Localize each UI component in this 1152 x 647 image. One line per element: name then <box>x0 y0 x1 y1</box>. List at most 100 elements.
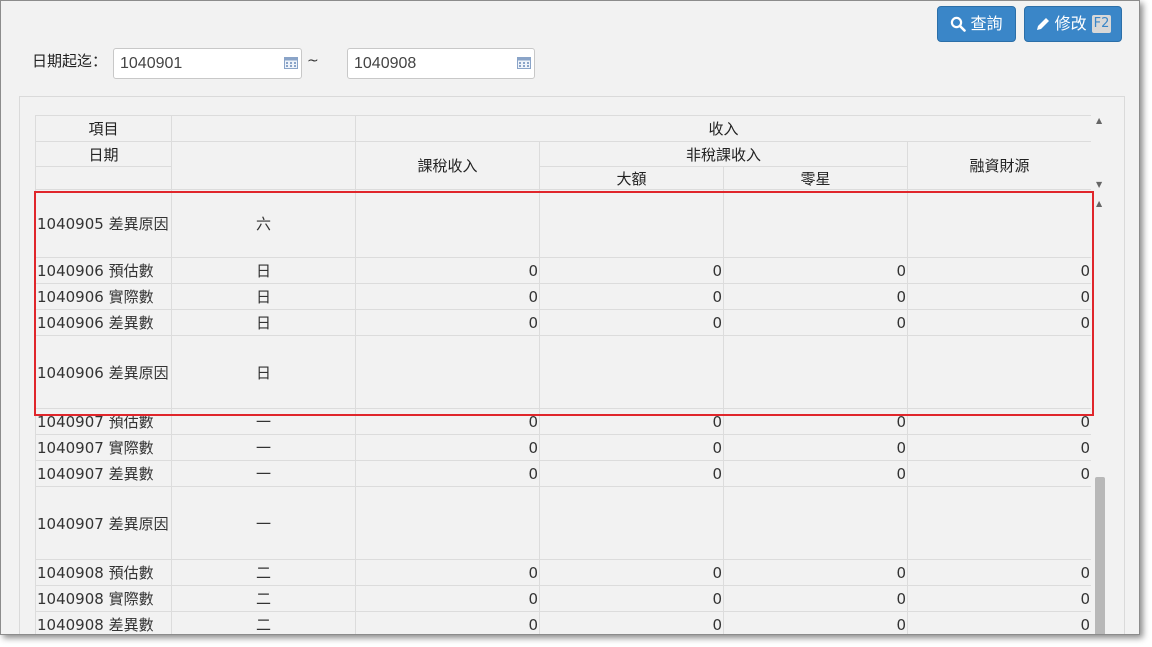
row-taxed-cell <box>355 335 540 409</box>
header-date-blank <box>35 166 172 190</box>
date-range-label: 日期起迄： <box>32 52 108 70</box>
row-item-cell: 1040907 差異數 <box>35 460 172 487</box>
row-finance-cell: 0 <box>907 611 1091 634</box>
row-large-cell <box>539 486 724 560</box>
row-small-cell: 0 <box>723 309 908 336</box>
header-income: 收入 <box>355 115 1091 142</box>
row-finance-cell: 0 <box>907 309 1091 336</box>
row-weekday-cell: 一 <box>171 486 356 560</box>
table-row[interactable]: 1040908 實際數二 0 0 0 0 <box>35 585 1091 612</box>
app-window: 查詢 修改 F2 日期起迄： 1040901 ~ 1040908 項目 收入 日… <box>0 0 1140 635</box>
row-small-cell <box>723 189 908 258</box>
data-grid: 項目 收入 日期 課稅收入 非稅課收入 融資財源 大額 零星 1040905 差… <box>35 111 1091 634</box>
row-item-cell: 1040905 差異原因 <box>35 189 172 258</box>
row-weekday-cell: 日 <box>171 335 356 409</box>
table-row[interactable]: 1040907 差異原因一 <box>35 486 1091 560</box>
edit-button[interactable]: 修改 F2 <box>1024 6 1122 42</box>
table-row[interactable]: 1040907 差異數一 0 0 0 0 <box>35 460 1091 487</box>
row-small-cell <box>723 335 908 409</box>
header-small: 零星 <box>723 166 908 190</box>
row-weekday-cell: 一 <box>171 408 356 435</box>
row-weekday-cell: 日 <box>171 257 356 284</box>
row-taxed-cell: 0 <box>355 434 540 461</box>
table-row[interactable]: 1040907 實際數一 0 0 0 0 <box>35 434 1091 461</box>
row-small-cell: 0 <box>723 408 908 435</box>
row-item-cell: 1040908 差異數 <box>35 611 172 634</box>
table-row[interactable]: 1040906 差異數日 0 0 0 0 <box>35 309 1091 336</box>
calendar-icon[interactable] <box>517 57 531 69</box>
row-finance-cell <box>907 335 1091 409</box>
vertical-scrollbar[interactable]: ▲ ▼ ▲ <box>1093 111 1107 634</box>
row-large-cell: 0 <box>539 460 724 487</box>
row-item-cell: 1040906 實際數 <box>35 283 172 310</box>
header-item: 項目 <box>35 115 172 142</box>
row-taxed-cell: 0 <box>355 257 540 284</box>
row-taxed-cell: 0 <box>355 460 540 487</box>
row-taxed-cell: 0 <box>355 611 540 634</box>
search-icon <box>951 16 967 32</box>
row-taxed-cell: 0 <box>355 585 540 612</box>
table-row[interactable]: 1040906 差異原因日 <box>35 335 1091 409</box>
row-finance-cell <box>907 189 1091 258</box>
table-row[interactable]: 1040908 差異數二 0 0 0 0 <box>35 611 1091 634</box>
row-large-cell: 0 <box>539 257 724 284</box>
search-button[interactable]: 查詢 <box>937 6 1016 42</box>
header-finance: 融資財源 <box>907 141 1091 190</box>
row-weekday-cell: 二 <box>171 611 356 634</box>
row-large-cell <box>539 189 724 258</box>
row-item-cell: 1040907 預估數 <box>35 408 172 435</box>
row-item-cell: 1040906 預估數 <box>35 257 172 284</box>
row-weekday-cell: 二 <box>171 585 356 612</box>
header-taxed: 課稅收入 <box>355 141 540 190</box>
table-row[interactable]: 1040907 預估數一 0 0 0 0 <box>35 408 1091 435</box>
header-blank <box>171 115 356 142</box>
row-taxed-cell <box>355 486 540 560</box>
row-weekday-cell: 一 <box>171 434 356 461</box>
row-item-cell: 1040907 實際數 <box>35 434 172 461</box>
date-range-separator: ~ <box>307 53 319 69</box>
end-date-input[interactable]: 1040908 <box>347 48 535 79</box>
table-row[interactable]: 1040905 差異原因六 <box>35 189 1091 258</box>
row-finance-cell: 0 <box>907 434 1091 461</box>
row-small-cell: 0 <box>723 559 908 586</box>
row-large-cell: 0 <box>539 585 724 612</box>
start-date-input[interactable]: 1040901 <box>113 48 302 79</box>
scrollbar-thumb[interactable] <box>1095 477 1105 634</box>
row-small-cell: 0 <box>723 257 908 284</box>
row-finance-cell: 0 <box>907 408 1091 435</box>
scroll-down-arrow-icon[interactable]: ▼ <box>1096 181 1102 189</box>
row-finance-cell: 0 <box>907 585 1091 612</box>
row-taxed-cell: 0 <box>355 408 540 435</box>
table-row[interactable]: 1040908 預估數二 0 0 0 0 <box>35 559 1091 586</box>
table-row[interactable]: 1040906 實際數日 0 0 0 0 <box>35 283 1091 310</box>
scroll-up-arrow-icon[interactable]: ▲ <box>1096 117 1102 125</box>
row-taxed-cell <box>355 189 540 258</box>
row-large-cell: 0 <box>539 408 724 435</box>
calendar-icon[interactable] <box>284 57 298 69</box>
row-weekday-cell: 六 <box>171 189 356 258</box>
header-nontax: 非稅課收入 <box>539 141 908 167</box>
edit-button-label: 修改 <box>1054 14 1087 33</box>
search-button-label: 查詢 <box>970 14 1003 33</box>
table-row[interactable]: 1040906 預估數日 0 0 0 0 <box>35 257 1091 284</box>
row-large-cell: 0 <box>539 283 724 310</box>
table-body: 1040905 差異原因六 1040906 預估數日 0 0 0 0 1040906 實際數… <box>35 189 1091 634</box>
scroll-up-arrow-icon[interactable]: ▲ <box>1096 200 1102 208</box>
row-finance-cell: 0 <box>907 559 1091 586</box>
row-large-cell: 0 <box>539 559 724 586</box>
row-taxed-cell: 0 <box>355 283 540 310</box>
row-finance-cell <box>907 486 1091 560</box>
header-date: 日期 <box>35 141 172 167</box>
row-small-cell <box>723 486 908 560</box>
row-weekday-cell: 一 <box>171 460 356 487</box>
row-taxed-cell: 0 <box>355 309 540 336</box>
row-finance-cell: 0 <box>907 460 1091 487</box>
row-item-cell: 1040906 差異數 <box>35 309 172 336</box>
row-item-cell: 1040907 差異原因 <box>35 486 172 560</box>
row-large-cell: 0 <box>539 309 724 336</box>
row-item-cell: 1040908 預估數 <box>35 559 172 586</box>
row-small-cell: 0 <box>723 611 908 634</box>
row-large-cell: 0 <box>539 434 724 461</box>
row-finance-cell: 0 <box>907 283 1091 310</box>
row-finance-cell: 0 <box>907 257 1091 284</box>
